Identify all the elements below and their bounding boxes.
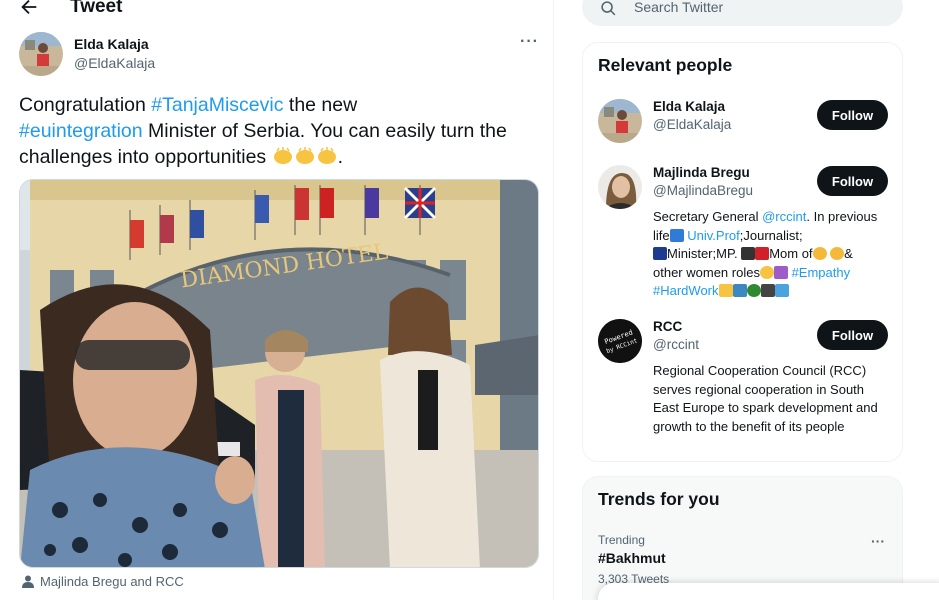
- camera-emoji: [760, 284, 775, 297]
- search-bar[interactable]: Search Twitter: [582, 0, 903, 26]
- main-column: Tweet Elda Kalaja @EldaKalaja ··· Congra…: [0, 0, 554, 600]
- trends-title: Trends for you: [598, 489, 720, 509]
- follow-button[interactable]: Follow: [817, 320, 888, 350]
- person-name[interactable]: RCC: [653, 319, 682, 334]
- author-avatar[interactable]: [19, 32, 63, 76]
- bio-link[interactable]: Univ.Prof: [687, 228, 740, 243]
- flexed-biceps-emoji: [718, 284, 733, 297]
- bio-text: ;Journalist;: [739, 227, 803, 243]
- person-bio: Secretary General @rccint. In previous l…: [653, 208, 888, 301]
- page: Tweet Elda Kalaja @EldaKalaja ··· Congra…: [0, 0, 939, 600]
- avatar[interactable]: Powered by RCCint: [598, 319, 642, 363]
- person-handle[interactable]: @EldaKalaja: [653, 117, 731, 132]
- author-name[interactable]: Elda Kalaja: [74, 36, 149, 52]
- person-handle[interactable]: @MajlindaBregu: [653, 183, 753, 198]
- person-bio: Regional Cooperation Council (RCC) serve…: [653, 363, 878, 434]
- avatar[interactable]: [598, 99, 642, 143]
- person-item[interactable]: Elda Kalaja @EldaKalaja Follow: [598, 99, 890, 149]
- person-emoji: [830, 247, 845, 260]
- page-title: Tweet: [70, 0, 123, 17]
- hashtag-link[interactable]: #Empathy: [792, 265, 851, 280]
- bio-text: Minister;MP.: [667, 246, 738, 261]
- person-item[interactable]: Majlinda Bregu @MajlindaBregu Follow Sec…: [598, 165, 890, 305]
- avatar[interactable]: [598, 165, 642, 209]
- tree-emoji: [746, 284, 761, 297]
- hashtag-link[interactable]: #euintegration: [19, 120, 143, 142]
- search-icon: [601, 1, 616, 16]
- clapping-hands-emoji: [317, 147, 336, 164]
- clapping-hands-emoji: [273, 147, 292, 164]
- arrow-left-icon[interactable]: [18, 0, 40, 18]
- swimmer-emoji: [774, 284, 789, 297]
- trend-meta: Trending: [598, 533, 645, 547]
- hashtag-link[interactable]: #TanjaMiscevic: [151, 94, 283, 116]
- relevant-people-title: Relevant people: [598, 55, 733, 75]
- tweet-text-part: the new: [283, 94, 358, 116]
- tweet-photo[interactable]: DIAMOND HOTEL: [19, 179, 539, 568]
- on-arrow-emoji: [741, 247, 756, 260]
- bio-text: &: [844, 246, 853, 261]
- hashtag-link[interactable]: #HardWork: [653, 283, 719, 298]
- bio-text: Secretary General: [653, 209, 763, 224]
- albania-flag-emoji: [755, 247, 770, 260]
- more-horizontal-icon[interactable]: ···: [871, 533, 885, 549]
- person-icon: [22, 575, 34, 588]
- person-handle[interactable]: @rccint: [653, 337, 699, 352]
- person-item[interactable]: Powered by RCCint RCC @rccint Follow Reg…: [598, 319, 890, 459]
- tweet-header: Tweet: [0, 0, 554, 24]
- tweet-text-part: Congratulation: [19, 94, 152, 116]
- search-input[interactable]: Search Twitter: [634, 0, 723, 15]
- relevant-people-card: Relevant people Elda Kalaja @EldaKalaja …: [582, 42, 903, 462]
- mention-link[interactable]: @rccint: [762, 209, 806, 224]
- bio-text: other women roles: [653, 264, 760, 280]
- follow-button[interactable]: Follow: [817, 100, 888, 130]
- more-horizontal-icon[interactable]: ···: [520, 33, 539, 51]
- follow-button[interactable]: Follow: [817, 166, 888, 196]
- tweet-text-part: .: [337, 146, 344, 168]
- person-emoji: [812, 247, 827, 260]
- trend-name[interactable]: #Bakhmut: [598, 550, 666, 566]
- trends-card: Trends for you Trending #Bakhmut 3,303 T…: [582, 476, 903, 600]
- author-handle[interactable]: @EldaKalaja: [74, 55, 155, 71]
- tweet-text: Congratulation #TanjaMiscevic the new #eu…: [19, 92, 539, 170]
- messages-drawer[interactable]: [598, 583, 939, 600]
- person-name[interactable]: Elda Kalaja: [653, 99, 725, 114]
- book-emoji: [732, 284, 747, 297]
- smile-emoji: [759, 265, 774, 279]
- tagged-people[interactable]: Majlinda Bregu and RCC: [22, 574, 184, 589]
- female-sign-emoji: [773, 265, 788, 279]
- tagged-people-label: Majlinda Bregu and RCC: [40, 574, 184, 589]
- arrow-right-emoji: [669, 228, 684, 242]
- person-name[interactable]: Majlinda Bregu: [653, 165, 750, 180]
- clapping-hands-emoji: [295, 147, 314, 164]
- eu-flag-emoji: [653, 247, 667, 260]
- bio-text: Mom of: [769, 246, 813, 261]
